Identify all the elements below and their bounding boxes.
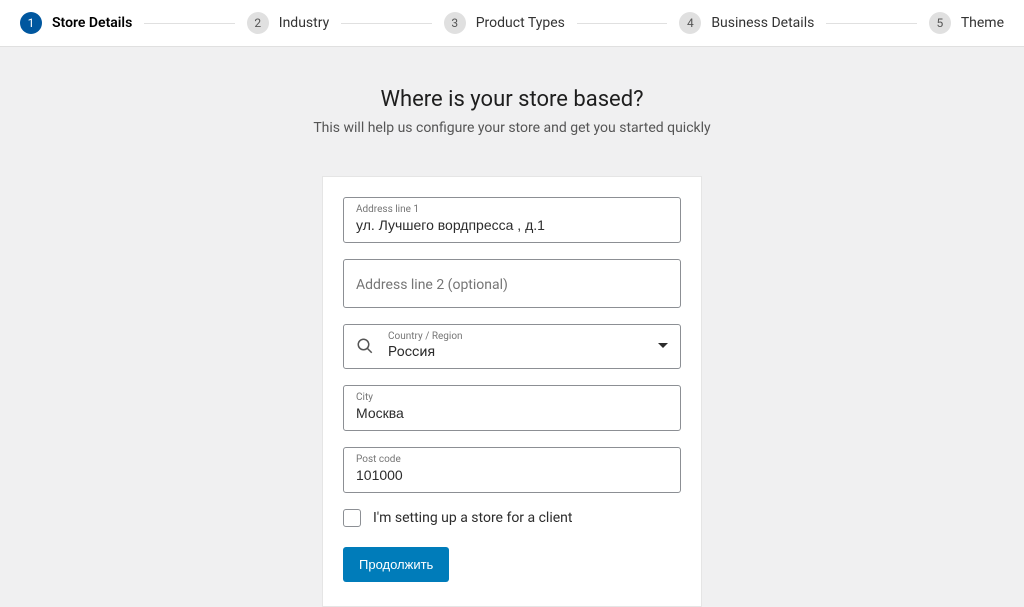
step-product-types[interactable]: 3 Product Types	[444, 12, 565, 34]
step-label: Product Types	[476, 15, 565, 31]
page-subtitle: This will help us configure your store a…	[0, 120, 1024, 136]
step-label: Industry	[279, 15, 329, 31]
city-input[interactable]	[356, 405, 668, 421]
country-region-field[interactable]: Country / Region Россия	[343, 324, 681, 369]
chevron-down-icon	[658, 343, 668, 348]
address-line-2-field[interactable]: Address line 2 (optional)	[343, 259, 681, 308]
address-line-1-field[interactable]: Address line 1	[343, 197, 681, 243]
page-header: Where is your store based? This will hel…	[0, 47, 1024, 156]
step-label: Theme	[961, 15, 1004, 31]
field-label: City	[356, 392, 668, 403]
step-label: Business Details	[711, 15, 814, 31]
step-divider	[577, 23, 667, 24]
step-number: 1	[20, 12, 42, 34]
continue-button[interactable]: Продолжить	[343, 547, 449, 582]
field-label: Post code	[356, 454, 668, 465]
step-theme[interactable]: 5 Theme	[929, 12, 1004, 34]
step-number: 2	[247, 12, 269, 34]
step-store-details[interactable]: 1 Store Details	[20, 12, 132, 34]
city-field[interactable]: City	[343, 385, 681, 431]
postcode-field[interactable]: Post code	[343, 447, 681, 493]
page-title: Where is your store based?	[0, 87, 1024, 112]
field-label: Address line 1	[356, 204, 668, 215]
client-checkbox-row: I'm setting up a store for a client	[343, 509, 681, 527]
search-icon	[356, 337, 374, 355]
step-divider	[826, 23, 916, 24]
step-divider	[144, 23, 234, 24]
step-number: 4	[679, 12, 701, 34]
country-value: Россия	[388, 344, 648, 360]
step-industry[interactable]: 2 Industry	[247, 12, 329, 34]
step-number: 5	[929, 12, 951, 34]
step-business-details[interactable]: 4 Business Details	[679, 12, 814, 34]
step-number: 3	[444, 12, 466, 34]
field-label: Country / Region	[388, 331, 648, 342]
address-line-1-input[interactable]	[356, 217, 668, 233]
client-checkbox[interactable]	[343, 509, 361, 527]
postcode-input[interactable]	[356, 467, 668, 483]
step-label: Store Details	[52, 15, 132, 31]
step-divider	[341, 23, 431, 24]
client-checkbox-label: I'm setting up a store for a client	[373, 510, 572, 526]
address-line-2-placeholder: Address line 2 (optional)	[356, 269, 508, 301]
store-form: Address line 1 Address line 2 (optional)…	[322, 176, 702, 607]
wizard-stepper: 1 Store Details 2 Industry 3 Product Typ…	[0, 0, 1024, 47]
